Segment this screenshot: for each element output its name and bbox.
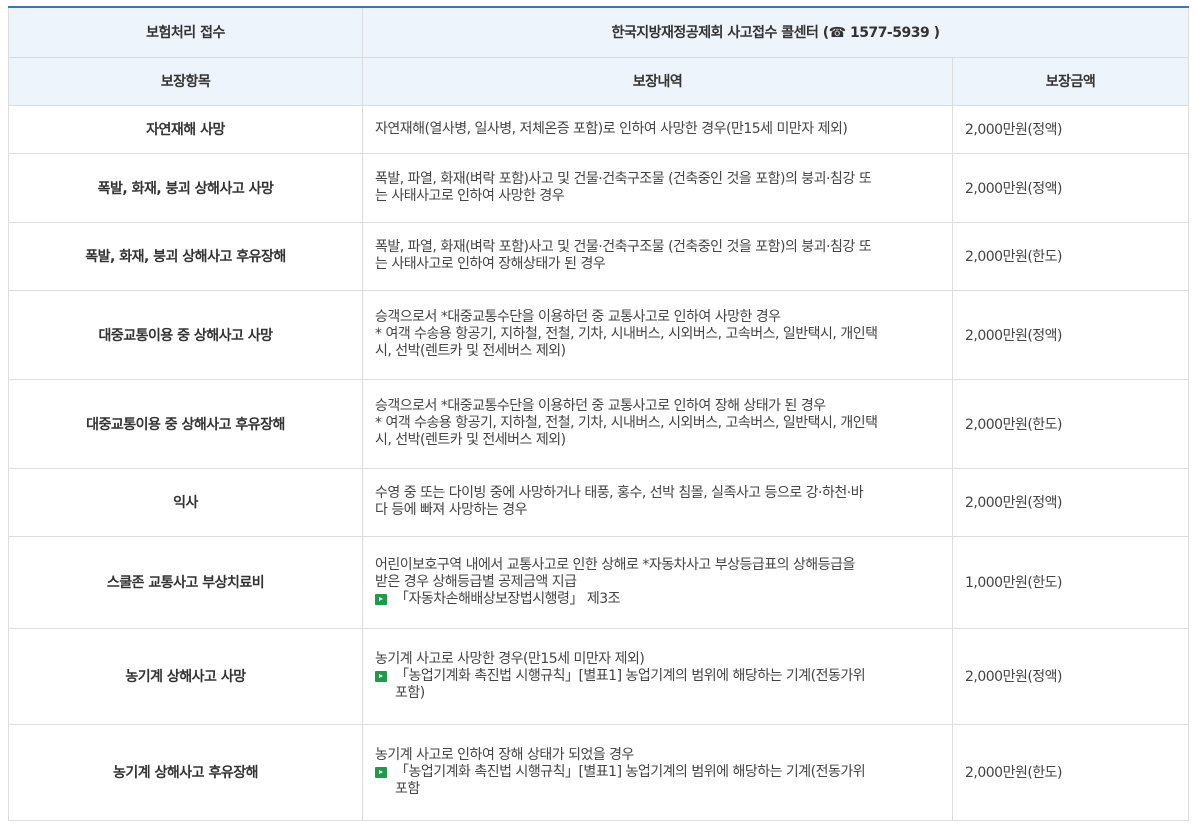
coverage-amount: 2,000만원(정액) [951,627,1190,725]
reference-line: 「자동차손해배상보장법시행령」 제3조 [395,590,621,607]
detail-line: 받은 경우 상해등급별 공제금액 지급 [375,573,577,590]
coverage-rows: 자연재해 사망 자연재해(열사병, 일사병, 저체온증 포함)로 인하여 사망한 … [8,104,1190,821]
reference-line: 「농업기계화 촉진법 시행규칙」[별표1] 농업기계의 범위에 해당하는 기계(… [395,763,866,780]
table-row: 대중교통이용 중 상해사고 후유장해 승객으로서 *대중교통수단을 이용하던 중 … [8,378,1190,469]
coverage-detail: 승객으로서 *대중교통수단을 이용하던 중 교통사고로 인하여 장해 상태가 된… [362,378,953,469]
detail-line: 농기계 사고로 인하여 장해 상태가 되었을 경우 [375,746,634,763]
coverage-amount: 2,000만원(한도) [951,221,1190,291]
coverage-amount: 2,000만원(정액) [951,289,1190,380]
insurance-header-row: 보험처리 접수 한국지방재정공제회 사고접수 콜센터 (☎ 1577-5939 … [8,6,1190,58]
coverage-detail: 자연재해(열사병, 일사병, 저체온증 포함)로 인하여 사망한 경우(만15세… [362,104,953,154]
detail-line: 폭발, 파열, 화재(벼락 포함)사고 및 건물·건축구조물 (건축중인 것을 … [375,239,872,255]
law-reference: 「농업기계화 촉진법 시행규칙」[별표1] 농업기계의 범위에 해당하는 기계(… [375,764,940,798]
detail-line: 수영 중 또는 다이빙 중에 사망하거나 태풍, 홍수, 선박 침몰, 실족사고… [375,485,864,501]
arrow-right-icon [375,593,387,605]
coverage-item-name: 익사 [8,467,363,537]
coverage-item-name: 스쿨존 교통사고 부상치료비 [8,535,363,629]
coverage-detail: 농기계 사고로 사망한 경우(만15세 미만자 제외) 「농업기계화 촉진법 시행… [362,627,953,725]
coverage-detail: 농기계 사고로 인하여 장해 상태가 되었을 경우 「농업기계화 촉진법 시행규칙… [362,723,953,821]
detail-line: 농기계 사고로 사망한 경우(만15세 미만자 제외) [375,650,645,667]
coverage-item-name: 대중교통이용 중 상해사고 사망 [8,289,363,380]
coverage-item-name: 대중교통이용 중 상해사고 후유장해 [8,378,363,469]
column-header-row: 보장항목 보장내역 보장금액 [8,56,1190,106]
detail-line: 시, 선박(렌트카 및 전세버스 제외) [375,432,566,448]
coverage-detail: 폭발, 파열, 화재(벼락 포함)사고 및 건물·건축구조물 (건축중인 것을 … [362,152,953,223]
law-reference: 「자동차손해배상보장법시행령」 제3조 [375,591,940,608]
column-header-item: 보장항목 [8,56,363,106]
reference-line: 「농업기계화 촉진법 시행규칙」[별표1] 농업기계의 범위에 해당하는 기계(… [395,667,866,684]
coverage-amount: 2,000만원(정액) [951,152,1190,223]
law-reference: 「농업기계화 촉진법 시행규칙」[별표1] 농업기계의 범위에 해당하는 기계(… [375,668,940,702]
detail-line: 어린이보호구역 내에서 교통사고로 인한 상해로 *자동차사고 부상등급표의 상… [375,556,855,573]
phone-icon: ☎ [828,25,846,42]
phone-number: 1577-5939 ) [845,25,940,42]
coverage-item-name: 자연재해 사망 [8,104,363,154]
coverage-item-name: 농기계 상해사고 사망 [8,627,363,725]
detail-line: * 여객 수송용 항공기, 지하철, 전철, 기차, 시내버스, 시외버스, 고… [375,415,878,431]
coverage-amount: 2,000만원(정액) [951,467,1190,537]
coverage-detail: 어린이보호구역 내에서 교통사고로 인한 상해로 *자동차사고 부상등급표의 상… [362,535,953,629]
detail-line: 승객으로서 *대중교통수단을 이용하던 중 교통사고로 인하여 사망한 경우 [375,309,781,325]
coverage-item-name: 폭발, 화재, 붕괴 상해사고 사망 [8,152,363,223]
detail-line: 는 사태사고로 인하여 사망한 경우 [375,187,565,204]
coverage-item-name: 폭발, 화재, 붕괴 상해사고 후유장해 [8,221,363,291]
table-row: 농기계 상해사고 후유장해 농기계 사고로 인하여 장해 상태가 되었을 경우 「농… [8,723,1190,821]
callcenter-prefix: 한국지방재정공제회 사고접수 콜센터 ( [611,25,830,42]
reference-line: 포함 [395,780,420,797]
callcenter-info: 한국지방재정공제회 사고접수 콜센터 (☎ 1577-5939 ) [361,6,1190,58]
table-row: 폭발, 화재, 붕괴 상해사고 사망 폭발, 파열, 화재(벼락 포함)사고 및 … [8,152,1190,223]
detail-line: 폭발, 파열, 화재(벼락 포함)사고 및 건물·건축구조물 (건축중인 것을 … [375,170,872,187]
coverage-item-name: 농기계 상해사고 후유장해 [8,723,363,821]
detail-line: 다 등에 빠져 사망하는 경우 [375,502,527,518]
detail-line: 승객으로서 *대중교통수단을 이용하던 중 교통사고로 인하여 장해 상태가 된… [375,398,826,414]
coverage-detail: 승객으로서 *대중교통수단을 이용하던 중 교통사고로 인하여 사망한 경우 * … [362,289,953,380]
reference-line: 포함) [395,684,425,701]
detail-line: 시, 선박(렌트카 및 전세버스 제외) [375,343,566,359]
detail-line: 자연재해(열사병, 일사병, 저체온증 포함)로 인하여 사망한 경우(만15세… [375,120,848,137]
table-row: 농기계 상해사고 사망 농기계 사고로 사망한 경우(만15세 미만자 제외) 「농… [8,627,1190,725]
column-header-detail: 보장내역 [362,56,953,106]
table-row: 스쿨존 교통사고 부상치료비 어린이보호구역 내에서 교통사고로 인한 상해로 *… [8,535,1190,629]
arrow-right-icon [375,766,387,778]
coverage-amount: 2,000만원(한도) [951,378,1190,469]
insurance-label: 보험처리 접수 [8,6,363,58]
detail-line: 는 사태사고로 인하여 장해상태가 된 경우 [375,256,606,272]
table-row: 대중교통이용 중 상해사고 사망 승객으로서 *대중교통수단을 이용하던 중 교통… [8,289,1190,380]
table-row: 익사 수영 중 또는 다이빙 중에 사망하거나 태풍, 홍수, 선박 침몰, 실족… [8,467,1190,537]
coverage-detail: 폭발, 파열, 화재(벼락 포함)사고 및 건물·건축구조물 (건축중인 것을 … [362,221,953,291]
table-row: 폭발, 화재, 붕괴 상해사고 후유장해 폭발, 파열, 화재(벼락 포함)사고 … [8,221,1190,291]
arrow-right-icon [375,670,387,682]
coverage-detail: 수영 중 또는 다이빙 중에 사망하거나 태풍, 홍수, 선박 침몰, 실족사고… [362,467,953,537]
coverage-table: 보험처리 접수 한국지방재정공제회 사고접수 콜센터 (☎ 1577-5939 … [8,6,1190,821]
table-row: 자연재해 사망 자연재해(열사병, 일사병, 저체온증 포함)로 인하여 사망한 … [8,104,1190,154]
coverage-amount: 2,000만원(한도) [951,723,1190,821]
coverage-amount: 1,000만원(한도) [951,535,1190,629]
detail-line: * 여객 수송용 항공기, 지하철, 전철, 기차, 시내버스, 시외버스, 고… [375,326,878,342]
coverage-amount: 2,000만원(정액) [951,104,1190,154]
column-header-amount: 보장금액 [951,56,1190,106]
